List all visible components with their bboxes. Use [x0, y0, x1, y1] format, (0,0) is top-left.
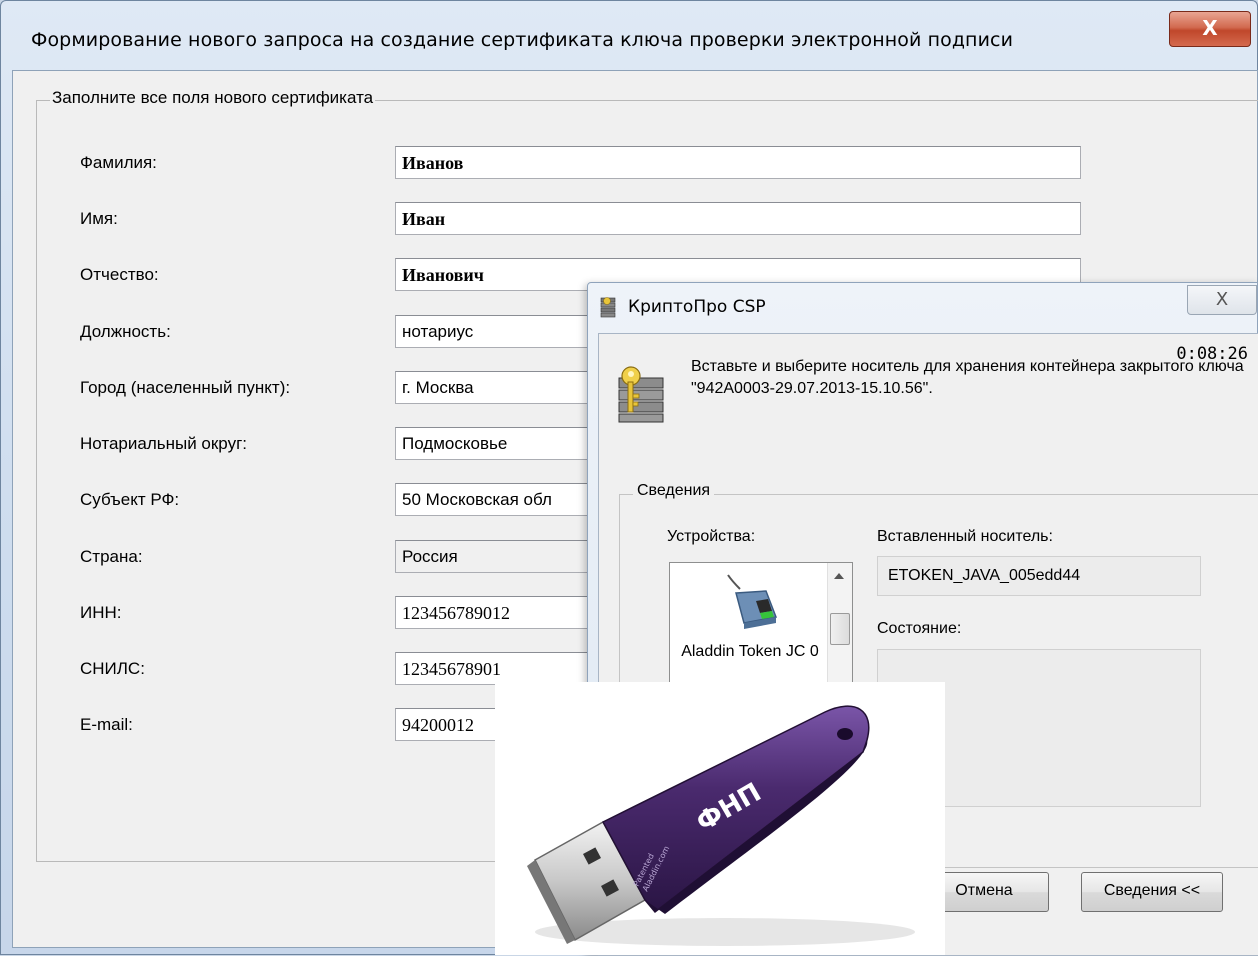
snils-label: СНИЛС: [80, 659, 145, 678]
details-toggle-button[interactable]: Сведения << [1081, 872, 1223, 912]
group-title: Заполните все поля нового сертификата [50, 88, 376, 108]
details-group-title: Сведения [633, 482, 715, 500]
patronymic-label: Отчество: [80, 265, 159, 284]
close-button[interactable]: X [1169, 11, 1251, 47]
reader-device-icon [727, 574, 778, 629]
key-storage-icon [618, 366, 664, 423]
inn-label: ИНН: [80, 603, 122, 622]
dialog-title: КриптоПро CSP [628, 297, 766, 317]
country-label: Страна: [80, 547, 143, 566]
region-label: Субъект РФ: [80, 490, 180, 509]
scroll-thumb[interactable] [830, 613, 850, 645]
dialog-close-button[interactable]: X [1187, 285, 1257, 315]
devices-label: Устройства: [667, 528, 756, 545]
state-label: Состояние: [877, 620, 962, 637]
device-item-label[interactable]: Aladdin Token JC 0 [670, 641, 830, 663]
name-label: Имя: [80, 209, 118, 228]
position-label: Должность: [80, 322, 171, 341]
inserted-media-field: ETOKEN_JAVA_005edd44 [877, 556, 1201, 596]
scroll-up-arrow-icon[interactable] [834, 573, 844, 579]
name-field[interactable]: Иван [395, 202, 1081, 235]
inserted-media-label: Вставленный носитель: [877, 528, 1053, 545]
surname-field[interactable]: Иванов [395, 146, 1081, 179]
devices-scrollbar[interactable] [827, 563, 852, 701]
usb-token-photo: ФНП Aladdin.com Patented [495, 682, 945, 955]
notary-district-label: Нотариальный округ: [80, 434, 247, 453]
cryptopro-app-icon [600, 297, 616, 318]
devices-list[interactable]: Aladdin Token JC 0 [669, 562, 853, 702]
surname-label: Фамилия: [80, 153, 157, 172]
dialog-message: Вставьте и выберите носитель для хранени… [691, 358, 1244, 397]
window-title: Формирование нового запроса на создание … [31, 29, 1014, 51]
city-label: Город (населенный пункт): [80, 378, 291, 397]
usb-token-image: ФНП Aladdin.com Patented [527, 705, 915, 946]
email-label: E-mail: [80, 715, 133, 734]
